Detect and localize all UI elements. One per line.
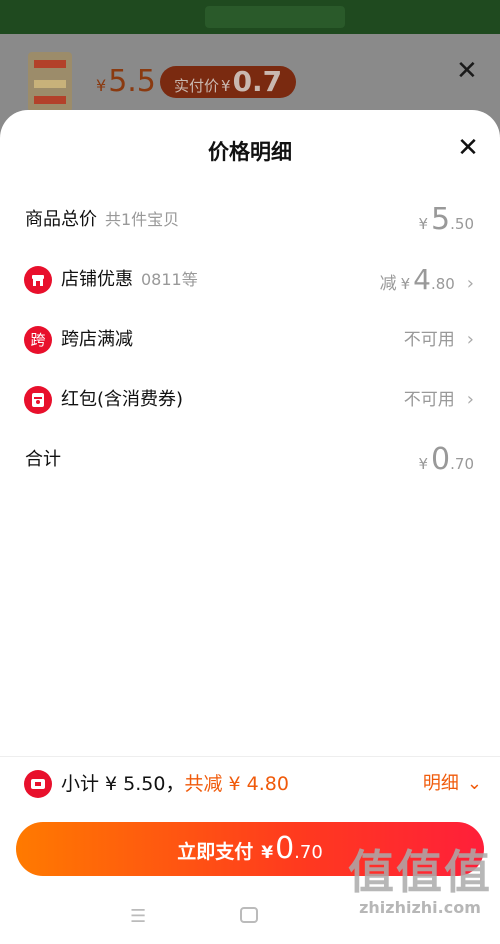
menu-icon[interactable]: ☰	[130, 906, 146, 927]
watermark: 值值值 zhizhizhi.com	[348, 845, 492, 917]
row-sub: 共1件宝贝	[105, 210, 180, 229]
sheet-title: 价格明细	[208, 140, 292, 164]
row-label: 红包(含消费券)	[61, 389, 184, 410]
row-sub: 0811等	[141, 270, 198, 289]
goods-total-amount: ¥5.50	[418, 202, 475, 237]
row-shop-discount[interactable]: 店铺优惠 0811等 减 ¥4.80 ›	[0, 250, 500, 310]
chevron-right-icon: ›	[466, 329, 474, 350]
status-bar-area	[0, 0, 500, 34]
row-label: 商品总价	[25, 209, 97, 230]
discount-text: 共减 ¥ 4.80	[184, 773, 289, 795]
row-grand-total: 合计 ¥0.70	[0, 430, 500, 490]
row-red-packet[interactable]: 红包(含消费券) 不可用 ›	[0, 370, 500, 430]
product-price: ¥5.5	[96, 64, 156, 99]
price-summary-bar: 小计 ¥ 5.50，共减 ¥ 4.80 明细 ⌄	[0, 758, 500, 810]
detail-toggle-button[interactable]: 明细 ⌄	[423, 758, 482, 810]
grand-total-amount: ¥0.70	[418, 442, 475, 477]
price-detail-sheet: 价格明细 ✕ 商品总价 共1件宝贝 ¥5.50 店铺优惠 0811等 减 ¥4.80 ›…	[0, 110, 500, 944]
red-packet-icon	[24, 386, 52, 414]
home-icon[interactable]	[240, 907, 258, 923]
divider	[0, 756, 500, 757]
unavailable-text: 不可用	[403, 330, 455, 350]
row-cross-store[interactable]: 跨 跨店满减 不可用 ›	[0, 310, 500, 370]
row-label: 合计	[25, 449, 61, 470]
subtotal-text: 小计 ¥ 5.50，	[61, 773, 185, 795]
chevron-right-icon: ›	[466, 273, 474, 294]
row-label: 跨店满减	[61, 329, 133, 350]
row-label: 店铺优惠	[61, 269, 133, 290]
unavailable-text: 不可用	[403, 390, 455, 410]
actual-price-pill: 实付价 ¥0.7	[160, 66, 297, 98]
close-icon[interactable]: ✕	[454, 134, 482, 162]
product-thumbnail	[28, 52, 72, 112]
shop-icon	[24, 266, 52, 294]
close-icon[interactable]: ✕	[456, 56, 478, 86]
chevron-down-icon: ⌄	[466, 773, 482, 794]
row-goods-total: 商品总价 共1件宝贝 ¥5.50	[0, 190, 500, 250]
chevron-right-icon: ›	[466, 389, 474, 410]
coupon-ticket-icon	[24, 770, 52, 798]
shop-discount-amount: 减 ¥4.80 ›	[380, 250, 474, 310]
status-bar-element	[205, 6, 345, 28]
cross-store-icon: 跨	[24, 326, 52, 354]
